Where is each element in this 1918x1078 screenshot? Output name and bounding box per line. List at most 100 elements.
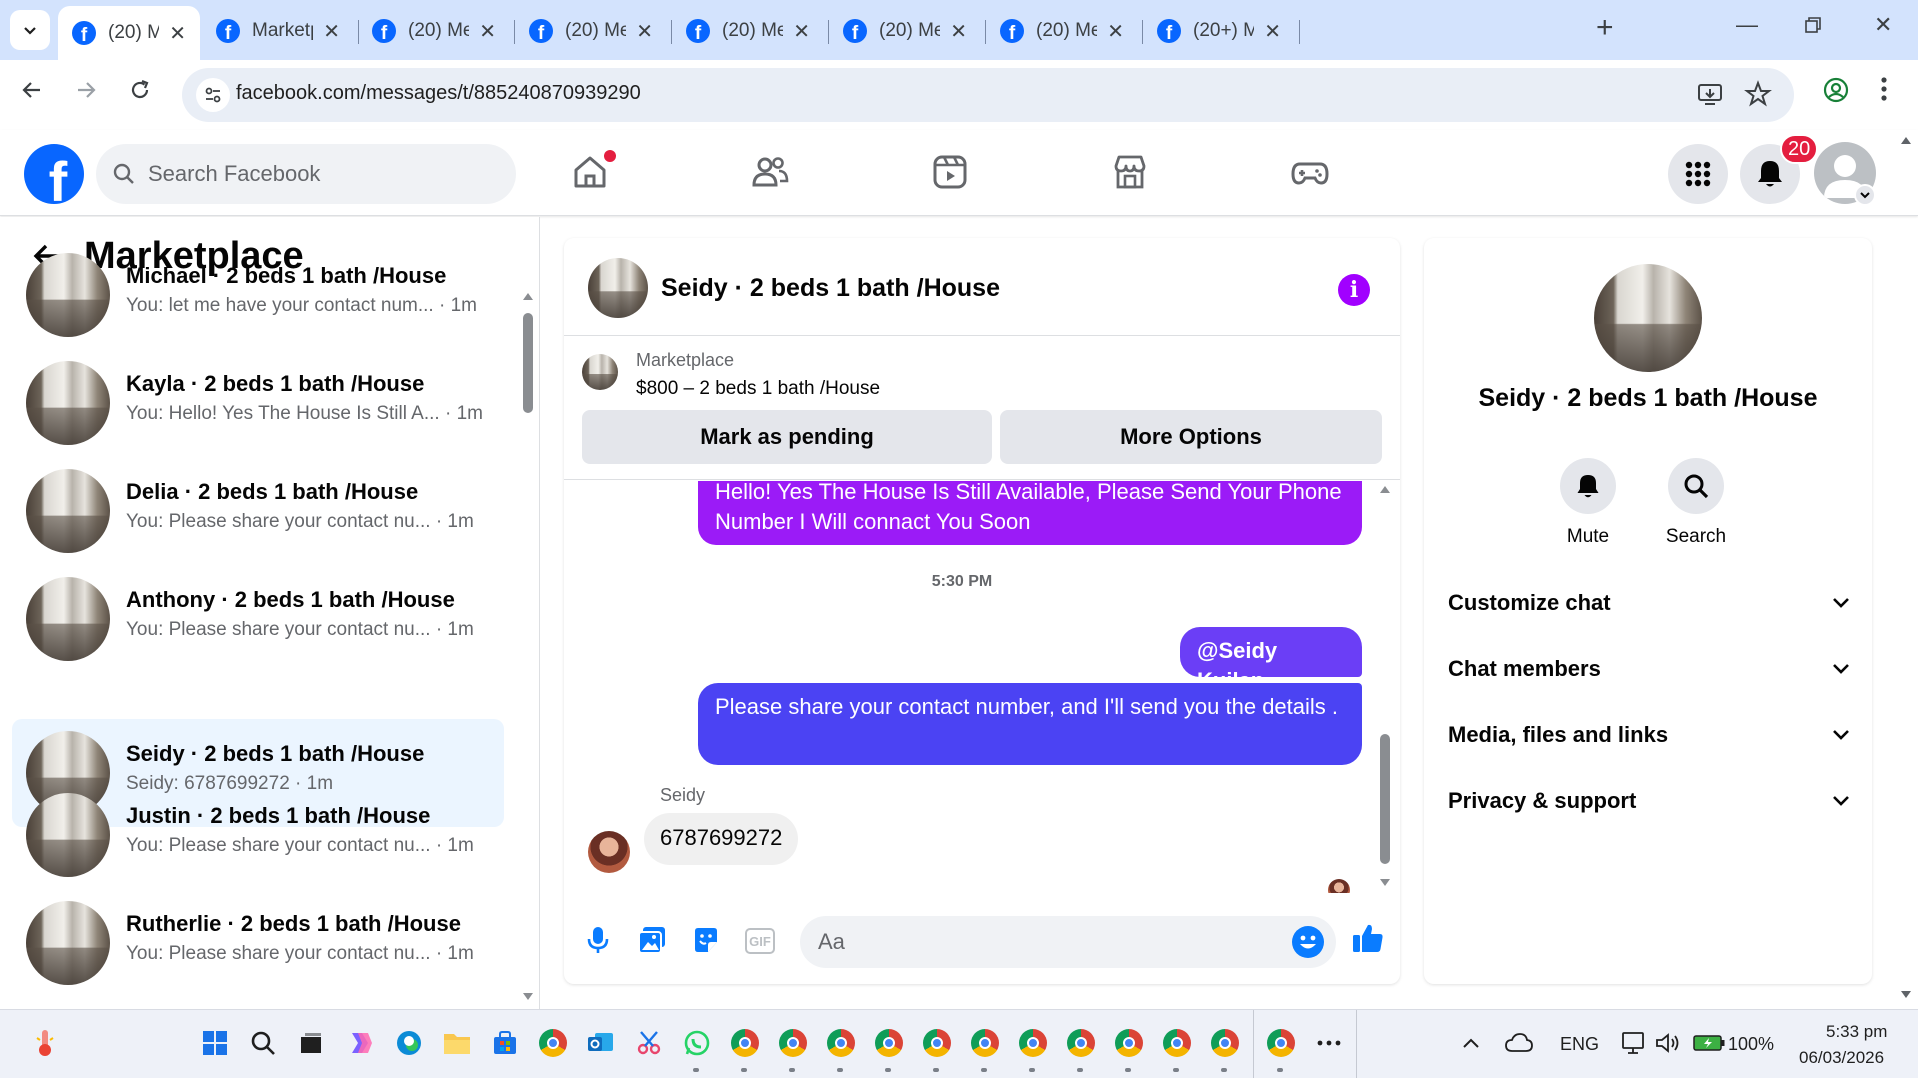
outgoing-mention-message[interactable]: @Seidy Kuilan — [1180, 627, 1362, 693]
minimize-icon[interactable]: — — [1736, 12, 1758, 38]
windows-start-icon[interactable] — [200, 1028, 230, 1058]
menu-grid-button[interactable] — [1668, 144, 1728, 204]
conversation-item[interactable]: Rutherlie · 2 beds 1 bath /House You: Pl… — [12, 889, 504, 997]
address-bar[interactable]: facebook.com/messages/t/885240870939290 — [182, 68, 1794, 122]
task-view-icon[interactable] — [296, 1028, 326, 1058]
install-app-icon[interactable] — [1696, 80, 1724, 113]
reload-icon[interactable] — [128, 78, 152, 109]
gif-icon[interactable]: GIF — [745, 928, 775, 954]
mute-action[interactable]: Mute — [1538, 458, 1638, 548]
browser-tab[interactable]: f (20) Messe ✕ — [358, 8, 510, 54]
emoji-icon[interactable] — [1292, 926, 1324, 958]
cloud-icon[interactable] — [1504, 1028, 1534, 1058]
tab-close-icon[interactable]: ✕ — [479, 19, 496, 44]
chrome-icon[interactable] — [1266, 1028, 1296, 1058]
browser-menu-icon[interactable] — [1880, 76, 1888, 109]
battery-icon[interactable] — [1692, 1028, 1726, 1058]
chat-members-section[interactable]: Chat members — [1448, 642, 1850, 696]
scroll-up-arrow-icon[interactable] — [522, 291, 534, 301]
customize-chat-section[interactable]: Customize chat — [1448, 576, 1850, 630]
outlook-icon[interactable] — [586, 1028, 616, 1058]
scroll-up-arrow-icon[interactable] — [1379, 484, 1391, 494]
facebook-search[interactable] — [96, 144, 516, 204]
conversation-item[interactable]: Michael · 2 beds 1 bath /House You: let … — [12, 241, 504, 349]
file-explorer-icon[interactable] — [442, 1028, 472, 1058]
browser-tab[interactable]: f (20) Messe ✕ — [986, 8, 1138, 54]
chat-title[interactable]: Seidy · 2 beds 1 bath /House — [661, 274, 1000, 303]
tab-close-icon[interactable]: ✕ — [1264, 19, 1281, 44]
new-tab-button[interactable]: + — [1596, 13, 1614, 43]
listing-price-title[interactable]: $800 – 2 beds 1 bath /House — [636, 378, 880, 400]
browser-tab[interactable]: f (20) Messe ✕ — [515, 8, 667, 54]
photo-icon[interactable] — [636, 924, 668, 956]
search-in-conversation-action[interactable]: Search — [1646, 458, 1746, 548]
search-input[interactable] — [148, 158, 498, 190]
chrome-icon[interactable] — [778, 1028, 808, 1058]
scroll-down-arrow-icon[interactable] — [1379, 878, 1391, 888]
tab-close-icon[interactable]: ✕ — [793, 19, 810, 44]
browser-tab[interactable]: f (20) Messe ✕ — [58, 6, 200, 60]
tab-close-icon[interactable]: ✕ — [169, 21, 186, 46]
snipping-tool-icon[interactable] — [634, 1028, 664, 1058]
back-arrow-icon[interactable] — [20, 78, 44, 109]
incoming-message[interactable]: 6787699272 — [644, 813, 799, 865]
chrome-icon[interactable] — [874, 1028, 904, 1058]
chrome-icon[interactable] — [970, 1028, 1000, 1058]
search-icon[interactable] — [248, 1028, 278, 1058]
tab-close-icon[interactable]: ✕ — [636, 19, 653, 44]
tab-close-icon[interactable]: ✕ — [1107, 19, 1124, 44]
conversation-item[interactable]: Delia · 2 beds 1 bath /House You: Please… — [12, 457, 504, 565]
tab-close-icon[interactable]: ✕ — [323, 19, 340, 44]
video-icon[interactable] — [930, 152, 970, 192]
facebook-logo[interactable]: f — [24, 144, 84, 204]
media-files-links-section[interactable]: Media, files and links — [1448, 708, 1850, 762]
conversation-item[interactable]: Justin · 2 beds 1 bath /House You: Pleas… — [12, 781, 504, 889]
more-apps-icon[interactable] — [1314, 1028, 1344, 1058]
chrome-icon[interactable] — [538, 1028, 568, 1058]
sidebar-scrollbar-thumb[interactable] — [523, 313, 533, 413]
chrome-icon[interactable] — [922, 1028, 952, 1058]
chrome-icon[interactable] — [1114, 1028, 1144, 1058]
chevron-up-icon[interactable] — [1456, 1028, 1486, 1058]
browser-tab[interactable]: f (20) Messe ✕ — [829, 8, 981, 54]
outgoing-message[interactable]: Please share your contact number, and I'… — [698, 683, 1362, 765]
language-indicator[interactable]: ENG — [1560, 1034, 1599, 1055]
microphone-icon[interactable] — [582, 924, 614, 956]
browser-tab[interactable]: f (20+) Mes ✕ — [1143, 8, 1295, 54]
friends-icon[interactable] — [750, 152, 790, 192]
info-listing-thumbnail[interactable] — [1594, 264, 1702, 372]
profile-icon[interactable] — [1822, 76, 1850, 111]
chrome-icon[interactable] — [1162, 1028, 1192, 1058]
chrome-icon[interactable] — [730, 1028, 760, 1058]
chrome-icon[interactable] — [1018, 1028, 1048, 1058]
account-menu-chevron[interactable] — [1854, 184, 1876, 206]
conversation-info-icon[interactable]: i — [1338, 274, 1370, 306]
thumbs-up-icon[interactable] — [1350, 920, 1386, 956]
forward-arrow-icon[interactable] — [74, 78, 98, 109]
more-options-button[interactable]: More Options — [1000, 410, 1382, 464]
tab-search-dropdown[interactable] — [10, 10, 50, 50]
conversation-item[interactable]: Anthony · 2 beds 1 bath /House You: Plea… — [12, 565, 504, 673]
browser-tab[interactable]: f Marketplac ✕ — [202, 8, 354, 54]
sender-avatar[interactable] — [588, 831, 630, 873]
message-input[interactable] — [818, 926, 1258, 958]
restore-icon[interactable] — [1804, 14, 1822, 40]
chrome-icon[interactable] — [826, 1028, 856, 1058]
marketplace-icon[interactable] — [1110, 152, 1150, 192]
clock-date[interactable]: 06/03/2026 — [1799, 1048, 1884, 1068]
sticker-icon[interactable] — [690, 924, 722, 956]
weather-widget-icon[interactable] — [30, 1028, 60, 1058]
whatsapp-icon[interactable] — [682, 1028, 712, 1058]
chrome-icon[interactable] — [1210, 1028, 1240, 1058]
privacy-support-section[interactable]: Privacy & support — [1448, 774, 1850, 828]
edge-icon[interactable] — [394, 1028, 424, 1058]
chrome-icon[interactable] — [1066, 1028, 1096, 1058]
network-icon[interactable] — [1620, 1028, 1650, 1058]
window-close-icon[interactable]: ✕ — [1874, 12, 1892, 38]
store-icon[interactable] — [490, 1028, 520, 1058]
outgoing-message[interactable]: Hello! Yes The House Is Still Available,… — [698, 481, 1362, 545]
site-settings-icon[interactable] — [196, 78, 230, 112]
scroll-down-arrow-icon[interactable] — [522, 992, 534, 1002]
page-scroll-up-arrow-icon[interactable] — [1900, 135, 1912, 145]
clock-time[interactable]: 5:33 pm — [1826, 1022, 1887, 1042]
